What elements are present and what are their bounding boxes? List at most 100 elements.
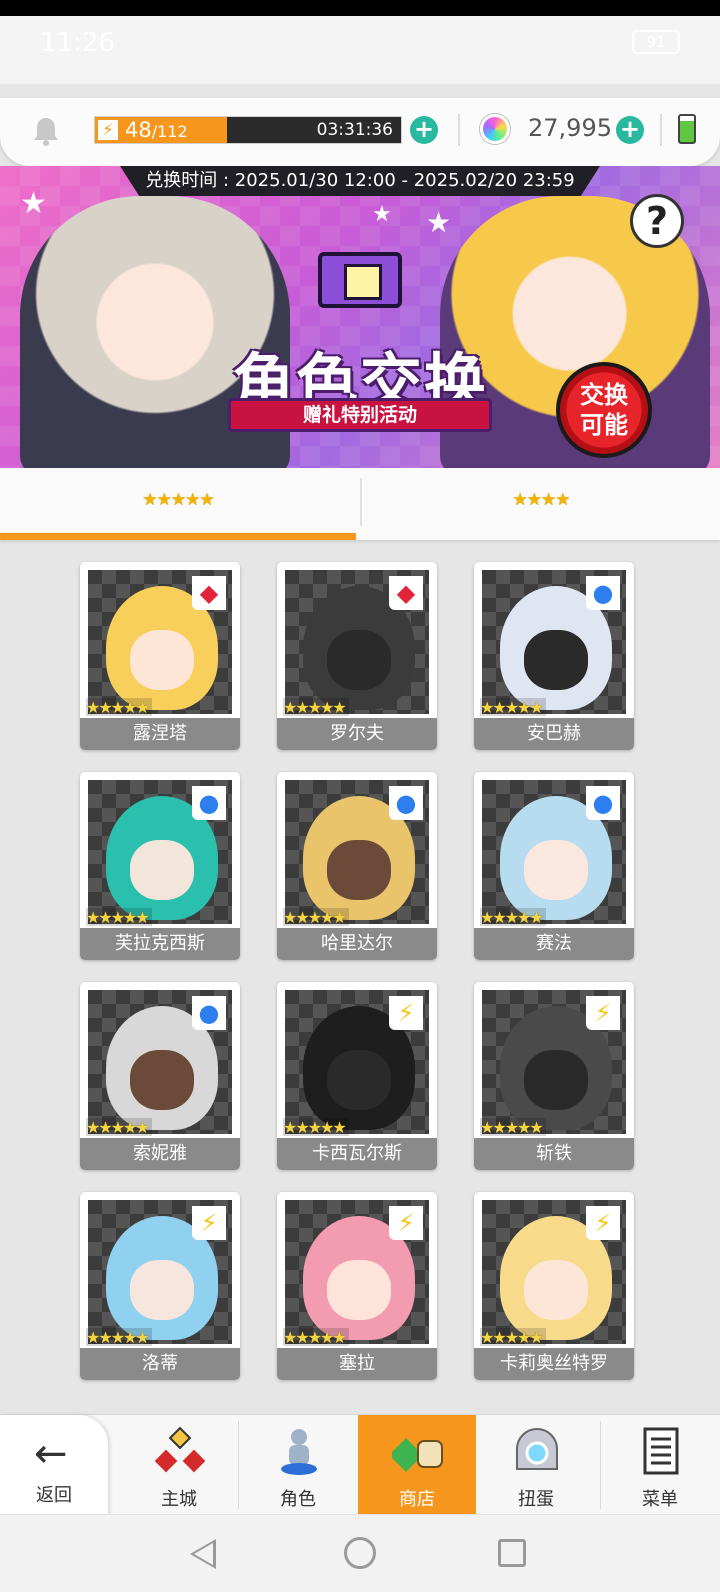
character-card[interactable]: ◆ ★★★★★ 罗尔夫 — [277, 562, 437, 750]
element-light-icon: ⚡ — [586, 996, 620, 1030]
character-name: 索妮雅 — [80, 1138, 240, 1170]
stamina-timer: 03:31:36 — [316, 120, 393, 140]
rarity-stars: ★★★★★ — [86, 908, 152, 927]
bottom-nav: ← 返回 主城 角色 商店 扭蛋 菜单 — [0, 1414, 720, 1515]
element-water-icon: ● — [389, 786, 423, 820]
divider — [458, 114, 460, 146]
nav-town[interactable]: 主城 — [120, 1415, 238, 1515]
character-name: 哈里达尔 — [277, 928, 437, 960]
event-banner: ★ ★ ★ ★ 兑换时间 : 2025.01/30 12:00 - 2025.0… — [0, 166, 720, 468]
element-fire-icon: ◆ — [389, 576, 423, 610]
nav-character-label: 角色 — [280, 1489, 316, 1510]
rarity-stars: ★★★★★ — [480, 1118, 546, 1137]
rarity-stars: ★★★★★ — [86, 1328, 152, 1347]
character-card[interactable]: ⚡ ★★★★★ 洛蒂 — [80, 1192, 240, 1380]
event-subtitle: 赠礼特别活动 — [228, 398, 492, 432]
character-portrait: ⚡ — [285, 990, 429, 1134]
character-card[interactable]: ⚡ ★★★★★ 卡莉奥丝特罗 — [474, 1192, 634, 1380]
add-gems-button[interactable]: + — [616, 116, 644, 144]
character-portrait: ⚡ — [285, 1200, 429, 1344]
status-battery-icon: 91 — [632, 30, 680, 54]
element-light-icon: ⚡ — [389, 1206, 423, 1240]
element-light-icon: ⚡ — [389, 996, 423, 1030]
notification-bell-icon[interactable] — [32, 116, 60, 146]
exchange-available-badge: 交换可能 — [556, 362, 652, 458]
nav-town-label: 主城 — [161, 1489, 197, 1510]
system-recents-icon[interactable] — [498, 1539, 526, 1567]
character-card[interactable]: ● ★★★★★ 哈里达尔 — [277, 772, 437, 960]
element-water-icon: ● — [192, 996, 226, 1030]
character-portrait: ● — [88, 990, 232, 1134]
character-card[interactable]: ● ★★★★★ 赛法 — [474, 772, 634, 960]
character-name: 卡西瓦尔斯 — [277, 1138, 437, 1170]
nav-character[interactable]: 角色 — [239, 1415, 357, 1515]
element-water-icon: ● — [586, 576, 620, 610]
badge-text: 交换可能 — [580, 381, 628, 439]
character-portrait: ⚡ — [88, 1200, 232, 1344]
character-card[interactable]: ● ★★★★★ 索妮雅 — [80, 982, 240, 1170]
tab-five-star[interactable]: ★★★★★ — [0, 468, 356, 540]
battery-icon — [678, 114, 696, 144]
tab-four-star[interactable]: ★★★★ — [362, 468, 720, 540]
rarity-stars: ★★★★★ — [283, 1328, 349, 1347]
star-icon: ★ — [20, 186, 47, 221]
back-button[interactable]: ← 返回 — [0, 1415, 108, 1515]
nav-menu[interactable]: 菜单 — [601, 1415, 719, 1515]
element-water-icon: ● — [192, 786, 226, 820]
nav-shop-label: 商店 — [399, 1489, 435, 1510]
system-nav-bar — [0, 1514, 720, 1592]
nav-shop[interactable]: 商店 — [358, 1415, 476, 1515]
character-card[interactable]: ● ★★★★★ 芙拉克西斯 — [80, 772, 240, 960]
character-portrait: ◆ — [88, 570, 232, 714]
rarity-stars: ★★★★★ — [86, 1118, 152, 1137]
rarity-stars: ★★★★★ — [480, 1328, 546, 1347]
character-portrait: ● — [285, 780, 429, 924]
status-bar: 11:26 91 — [0, 0, 720, 84]
stamina-bar: ⚡ 48/112 03:31:36 — [94, 116, 402, 144]
character-name: 塞拉 — [277, 1348, 437, 1380]
add-stamina-button[interactable]: + — [410, 116, 438, 144]
element-water-icon: ● — [586, 786, 620, 820]
nav-menu-label: 菜单 — [642, 1489, 678, 1510]
character-card[interactable]: ◆ ★★★★★ 露涅塔 — [80, 562, 240, 750]
character-card[interactable]: ⚡ ★★★★★ 卡西瓦尔斯 — [277, 982, 437, 1170]
character-name: 罗尔夫 — [277, 718, 437, 750]
character-name: 赛法 — [474, 928, 634, 960]
back-arrow-icon: ← — [34, 1431, 68, 1477]
stamina-value: 48/112 — [125, 118, 188, 142]
back-label: 返回 — [36, 1485, 72, 1506]
shop-icon — [392, 1438, 443, 1472]
character-card[interactable]: ● ★★★★★ 安巴赫 — [474, 562, 634, 750]
rarity-stars: ★★★★★ — [283, 698, 349, 717]
rarity-stars: ★★★★★ — [480, 908, 546, 927]
rarity-stars: ★★★★★ — [480, 698, 546, 717]
character-portrait: ● — [482, 780, 626, 924]
character-card[interactable]: ⚡ ★★★★★ 斩铁 — [474, 982, 634, 1170]
menu-icon — [643, 1427, 679, 1475]
character-icon — [281, 1429, 317, 1475]
nav-gacha-label: 扭蛋 — [518, 1489, 554, 1510]
character-portrait: ● — [88, 780, 232, 924]
character-name: 露涅塔 — [80, 718, 240, 750]
gem-count: 27,995 — [528, 114, 612, 142]
system-home-icon[interactable] — [344, 1537, 376, 1569]
star-icon: ★ — [426, 206, 452, 239]
rarity-tabs: ★★★★★ ★★★★ — [0, 468, 720, 540]
gacha-icon — [516, 1428, 558, 1470]
rarity-stars: ★★★★★ — [283, 1118, 349, 1137]
rarity-stars: ★★★★★ — [86, 698, 152, 717]
town-icon — [154, 1426, 206, 1473]
nav-gacha[interactable]: 扭蛋 — [477, 1415, 595, 1515]
character-portrait: ⚡ — [482, 1200, 626, 1344]
system-back-icon[interactable] — [190, 1539, 216, 1569]
exchange-period: 兑换时间 : 2025.01/30 12:00 - 2025.02/20 23:… — [120, 166, 600, 196]
status-time: 11:26 — [40, 28, 115, 58]
rarity-stars: ★★★★★ — [283, 908, 349, 927]
element-light-icon: ⚡ — [192, 1206, 226, 1240]
character-name: 洛蒂 — [80, 1348, 240, 1380]
element-fire-icon: ◆ — [192, 576, 226, 610]
character-portrait: ⚡ — [482, 990, 626, 1134]
character-card[interactable]: ⚡ ★★★★★ 塞拉 — [277, 1192, 437, 1380]
help-button[interactable]: ? — [630, 194, 684, 248]
star-icon: ★ — [372, 202, 392, 227]
